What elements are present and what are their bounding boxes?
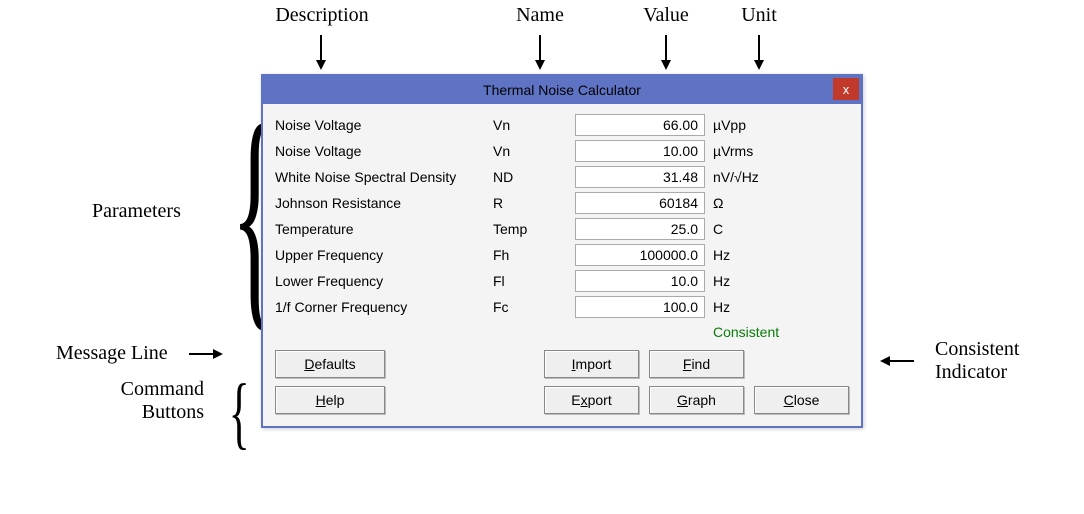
param-description: Noise Voltage bbox=[275, 143, 485, 159]
titlebar[interactable]: Thermal Noise Calculator x bbox=[263, 76, 861, 104]
close-icon[interactable]: x bbox=[833, 78, 859, 100]
import-button[interactable]: Import bbox=[544, 350, 639, 378]
param-description: 1/f Corner Frequency bbox=[275, 299, 485, 315]
param-description: White Noise Spectral Density bbox=[275, 169, 485, 185]
param-row: Johnson Resistance R Ω bbox=[275, 190, 849, 216]
param-unit: Hz bbox=[713, 247, 793, 263]
param-name: Fl bbox=[493, 273, 567, 289]
arrow-down-icon bbox=[535, 60, 545, 70]
param-row: White Noise Spectral Density ND nV/√Hz bbox=[275, 164, 849, 190]
arrow-right-icon bbox=[213, 349, 223, 359]
param-row: 1/f Corner Frequency Fc Hz bbox=[275, 294, 849, 320]
arrow-left-icon bbox=[880, 356, 890, 366]
anno-message-line: Message Line bbox=[56, 342, 223, 365]
anno-name: Name bbox=[510, 4, 570, 27]
graph-button[interactable]: Graph bbox=[649, 386, 744, 414]
param-value-input[interactable] bbox=[575, 140, 705, 162]
anno-consistent-indicator: Consistent Indicator bbox=[880, 338, 1019, 384]
calculator-window: Thermal Noise Calculator x Noise Voltage… bbox=[261, 74, 863, 428]
param-description: Noise Voltage bbox=[275, 117, 485, 133]
export-button[interactable]: Export bbox=[544, 386, 639, 414]
brace-icon: { bbox=[229, 383, 250, 443]
param-name: R bbox=[493, 195, 567, 211]
anno-unit: Unit bbox=[734, 4, 784, 27]
param-row: Noise Voltage Vn µVpp bbox=[275, 112, 849, 138]
anno-parameters: Parameters bbox=[92, 200, 181, 223]
param-value-input[interactable] bbox=[575, 244, 705, 266]
param-description: Temperature bbox=[275, 221, 485, 237]
param-row: Lower Frequency Fl Hz bbox=[275, 268, 849, 294]
anno-command-buttons: Command Buttons bbox=[94, 378, 204, 424]
param-name: Fc bbox=[493, 299, 567, 315]
param-value-input[interactable] bbox=[575, 192, 705, 214]
close-button[interactable]: Close bbox=[754, 386, 849, 414]
anno-description: Description bbox=[272, 4, 372, 27]
param-name: Vn bbox=[493, 143, 567, 159]
param-row: Temperature Temp C bbox=[275, 216, 849, 242]
client-area: Noise Voltage Vn µVpp Noise Voltage Vn µVrms W… bbox=[263, 104, 861, 426]
defaults-button[interactable]: Defaults bbox=[275, 350, 385, 378]
param-unit: µVrms bbox=[713, 143, 793, 159]
arrow-down-icon bbox=[754, 60, 764, 70]
window-title: Thermal Noise Calculator bbox=[483, 82, 641, 98]
param-description: Upper Frequency bbox=[275, 247, 485, 263]
param-value-input[interactable] bbox=[575, 218, 705, 240]
message-line: Consistent bbox=[275, 320, 849, 344]
param-unit: Hz bbox=[713, 273, 793, 289]
param-value-input[interactable] bbox=[575, 296, 705, 318]
param-row: Noise Voltage Vn µVrms bbox=[275, 138, 849, 164]
param-name: Temp bbox=[493, 221, 567, 237]
param-name: ND bbox=[493, 169, 567, 185]
help-button[interactable]: Help bbox=[275, 386, 385, 414]
param-value-input[interactable] bbox=[575, 270, 705, 292]
param-value-input[interactable] bbox=[575, 114, 705, 136]
status-consistent: Consistent bbox=[713, 324, 833, 340]
param-description: Johnson Resistance bbox=[275, 195, 485, 211]
param-name: Fh bbox=[493, 247, 567, 263]
arrow-down-icon bbox=[661, 60, 671, 70]
param-value-input[interactable] bbox=[575, 166, 705, 188]
anno-value: Value bbox=[636, 4, 696, 27]
param-unit: C bbox=[713, 221, 793, 237]
arrow-down-icon bbox=[316, 60, 326, 70]
param-unit: Hz bbox=[713, 299, 793, 315]
param-name: Vn bbox=[493, 117, 567, 133]
param-description: Lower Frequency bbox=[275, 273, 485, 289]
param-unit: Ω bbox=[713, 195, 793, 211]
param-unit: µVpp bbox=[713, 117, 793, 133]
param-row: Upper Frequency Fh Hz bbox=[275, 242, 849, 268]
param-unit: nV/√Hz bbox=[713, 169, 793, 185]
find-button[interactable]: Find bbox=[649, 350, 744, 378]
